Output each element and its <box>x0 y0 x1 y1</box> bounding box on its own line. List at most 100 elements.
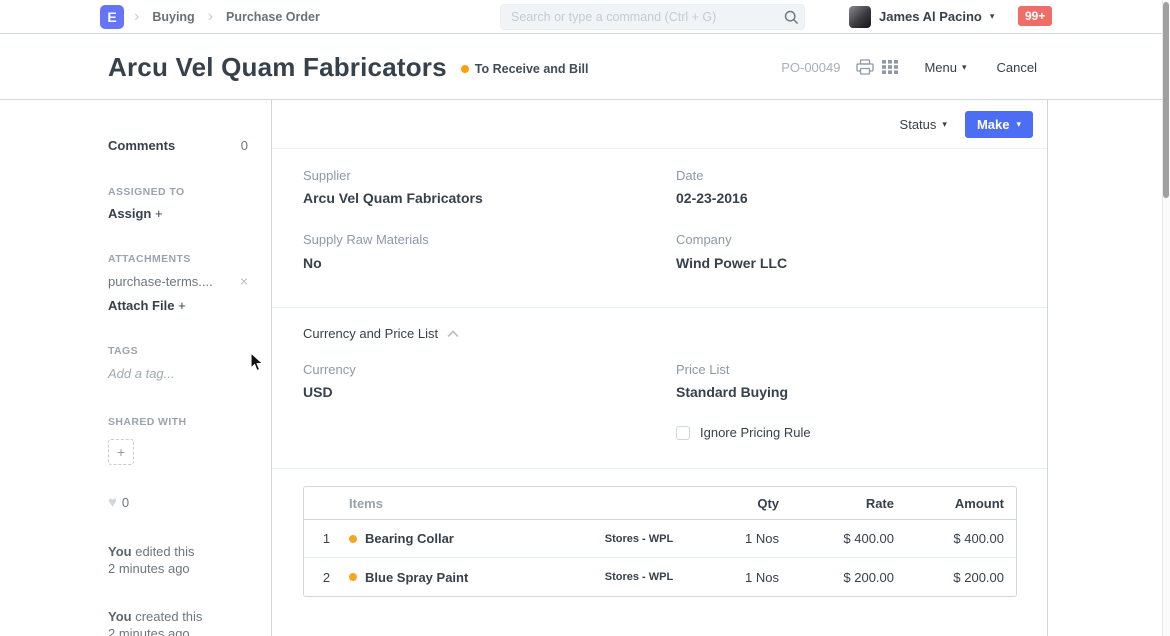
assigned-to-heading: ASSIGNED TO <box>108 186 248 198</box>
mouse-cursor <box>250 352 264 373</box>
item-rate: $ 400.00 <box>779 531 894 546</box>
supply-raw-materials-value[interactable]: No <box>303 255 322 271</box>
search-icon[interactable] <box>778 10 804 25</box>
plus-icon: + <box>117 444 125 460</box>
caret-down-icon: ▾ <box>990 12 995 21</box>
item-warehouse: Stores - WPL <box>574 571 704 583</box>
notifications-badge[interactable]: 99+ <box>1018 6 1052 26</box>
attachments-heading: ATTACHMENTS <box>108 253 248 265</box>
caret-down-icon: ▾ <box>962 63 967 72</box>
comments-label[interactable]: Comments <box>108 138 175 153</box>
table-row[interactable]: 2 Blue Spray Paint Stores - WPL 1 Nos $ … <box>304 558 1016 596</box>
make-button-label: Make <box>977 117 1010 132</box>
item-amount: $ 200.00 <box>894 570 1004 585</box>
assign-label: Assign <box>108 206 151 221</box>
make-button[interactable]: Make ▾ <box>965 111 1033 138</box>
item-qty: 1 Nos <box>704 531 779 546</box>
ignore-pricing-rule-checkbox[interactable] <box>676 426 690 440</box>
section-currency-price-list[interactable]: Currency and Price List <box>303 326 459 341</box>
company-value[interactable]: Wind Power LLC <box>676 255 787 271</box>
caret-down-icon: ▾ <box>1016 120 1021 129</box>
status-text: To Receive and Bill <box>475 62 589 76</box>
ignore-pricing-rule-row: Ignore Pricing Rule <box>676 425 811 440</box>
navbar: E › Buying › Purchase Order James Al Pac… <box>0 0 1170 34</box>
section-divider <box>272 307 1047 308</box>
section-divider <box>272 468 1047 469</box>
print-icon[interactable] <box>856 59 874 75</box>
scrollbar-thumb[interactable] <box>1163 2 1169 198</box>
menu-label: Menu <box>924 60 957 75</box>
header-qty: Qty <box>704 496 779 511</box>
date-label: Date <box>676 168 703 183</box>
like-row: ♥ 0 <box>108 495 248 510</box>
items-table-header: Items Qty Rate Amount <box>304 487 1016 520</box>
table-row[interactable]: 1 Bearing Collar Stores - WPL 1 Nos $ 40… <box>304 520 1016 558</box>
row-index: 2 <box>304 570 349 585</box>
breadcrumb-purchase-order[interactable]: Purchase Order <box>226 10 320 24</box>
activity-action: created this <box>135 609 202 624</box>
section-title: Currency and Price List <box>303 326 438 341</box>
cancel-button[interactable]: Cancel <box>997 60 1037 75</box>
add-share-button[interactable]: + <box>108 439 134 465</box>
supplier-value[interactable]: Arcu Vel Quam Fabricators <box>303 190 483 206</box>
app-logo[interactable]: E <box>100 5 124 29</box>
header-rate: Rate <box>779 496 894 511</box>
doc-id: PO-00049 <box>781 60 840 75</box>
activity-entry: You created this 2 minutes ago <box>108 608 248 636</box>
item-qty: 1 Nos <box>704 570 779 585</box>
page-title: Arcu Vel Quam Fabricators <box>108 52 447 83</box>
breadcrumb: › Buying › Purchase Order <box>134 0 320 33</box>
chevron-right-icon: › <box>134 9 139 25</box>
assign-button[interactable]: Assign + <box>108 206 248 221</box>
status-dropdown[interactable]: Status ▾ <box>900 117 947 132</box>
chevron-right-icon: › <box>208 9 213 25</box>
item-name[interactable]: Bearing Collar <box>365 531 454 546</box>
price-list-value[interactable]: Standard Buying <box>676 384 788 400</box>
form-toolbar: Status ▾ Make ▾ <box>272 100 1047 149</box>
supplier-label: Supplier <box>303 168 351 183</box>
item-warehouse: Stores - WPL <box>574 533 704 545</box>
supply-raw-materials-label: Supply Raw Materials <box>303 232 429 247</box>
cancel-label: Cancel <box>997 60 1037 75</box>
plus-icon: + <box>178 298 186 313</box>
search-input[interactable] <box>501 10 778 24</box>
currency-label: Currency <box>303 362 356 377</box>
breadcrumb-buying[interactable]: Buying <box>152 10 194 24</box>
comments-count: 0 <box>241 138 248 153</box>
user-menu[interactable]: James Al Pacino ▾ <box>849 0 994 33</box>
global-search <box>500 4 805 30</box>
menu-button[interactable]: Menu ▾ <box>924 60 966 75</box>
activity-when: 2 minutes ago <box>108 625 248 636</box>
company-label: Company <box>676 232 732 247</box>
item-status-dot-icon <box>349 535 357 543</box>
chevron-up-icon <box>447 330 459 338</box>
attach-file-button[interactable]: Attach File + <box>108 298 248 313</box>
status-dot-icon <box>461 65 469 73</box>
row-index: 1 <box>304 531 349 546</box>
activity-when: 2 minutes ago <box>108 560 248 577</box>
comments-section[interactable]: Comments 0 <box>108 138 248 153</box>
close-icon[interactable]: × <box>240 273 248 289</box>
item-amount: $ 400.00 <box>894 531 1004 546</box>
form-area: Status ▾ Make ▾ Supplier Arcu Vel Quam F… <box>271 100 1048 636</box>
add-tag-input[interactable]: Add a tag... <box>108 366 248 381</box>
currency-value[interactable]: USD <box>303 384 333 400</box>
date-value[interactable]: 02-23-2016 <box>676 190 748 206</box>
share-row: + <box>108 439 248 465</box>
shared-with-heading: SHARED WITH <box>108 416 248 428</box>
heart-icon[interactable]: ♥ <box>108 495 117 510</box>
header-amount: Amount <box>894 496 1004 511</box>
item-status-dot-icon <box>349 573 357 581</box>
grid-icon[interactable] <box>882 59 898 75</box>
activity-actor: You <box>108 544 132 559</box>
tags-heading: TAGS <box>108 345 248 357</box>
user-name: James Al Pacino <box>879 9 982 24</box>
item-name[interactable]: Blue Spray Paint <box>365 570 468 585</box>
price-list-label: Price List <box>676 362 729 377</box>
activity-action: edited this <box>135 544 194 559</box>
ignore-pricing-rule-label: Ignore Pricing Rule <box>700 425 811 440</box>
scrollbar-track[interactable] <box>1162 0 1170 636</box>
status-dropdown-label: Status <box>900 117 937 132</box>
status-indicator: To Receive and Bill <box>461 62 589 76</box>
attachment-link[interactable]: purchase-terms.... <box>108 274 213 289</box>
